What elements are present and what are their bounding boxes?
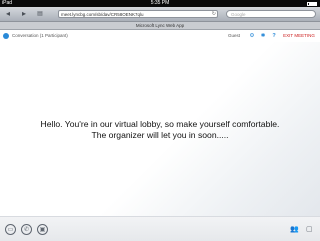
browser-toolbar: ◂ ▸ ▤ meet.lyncbg.com/sb/dav/CR58OENK7ql… — [0, 7, 320, 22]
lobby-area: Hello. You're in our virtual lobby, so m… — [0, 42, 320, 216]
forward-arrow-icon[interactable]: ▸ — [20, 10, 28, 18]
guest-label: Guest — [228, 33, 241, 38]
participants-icon[interactable]: 👥 — [290, 225, 299, 234]
layout-icon[interactable]: ▢ — [306, 225, 313, 234]
phone-icon[interactable]: ✆ — [21, 224, 32, 235]
clock: 5:35 PM — [150, 0, 170, 6]
battery-icon — [307, 1, 317, 6]
lobby-message: Hello. You're in our virtual lobby, so m… — [0, 119, 320, 141]
present-icon[interactable]: ▣ — [37, 224, 48, 235]
search-placeholder: Google — [231, 12, 246, 17]
options-icon[interactable]: ✱ — [260, 33, 266, 39]
exit-meeting-button[interactable]: EXIT MEETING — [281, 32, 317, 40]
status-bar: iPad 5:35 PM — [0, 0, 320, 7]
search-input[interactable]: Google — [226, 10, 316, 18]
back-arrow-icon[interactable]: ◂ — [4, 10, 12, 18]
bookmarks-icon[interactable]: ▤ — [36, 10, 44, 18]
lobby-message-line1: Hello. You're in our virtual lobby, so m… — [40, 119, 280, 129]
page-title-bar: Microsoft Lync Web App — [0, 22, 320, 30]
settings-icon[interactable]: ⚙ — [249, 33, 255, 39]
chat-icon[interactable]: ▭ — [5, 224, 16, 235]
url-field[interactable]: meet.lyncbg.com/sb/dav/CR58OENK7qlu ↻ — [58, 10, 218, 18]
meeting-toolbar: ▭ ✆ ▣ 👥 ▢ — [0, 216, 320, 241]
conversation-title: Conversation (1 Participant) — [12, 33, 68, 38]
conversation-icon — [3, 33, 9, 39]
url-text: meet.lyncbg.com/sb/dav/CR58OENK7qlu — [61, 12, 144, 17]
tab-title: Microsoft Lync Web App — [135, 23, 185, 28]
lobby-message-line2: The organizer will let you in soon..... — [91, 130, 229, 140]
help-icon[interactable]: ? — [271, 33, 277, 39]
reload-icon[interactable]: ↻ — [212, 11, 216, 17]
